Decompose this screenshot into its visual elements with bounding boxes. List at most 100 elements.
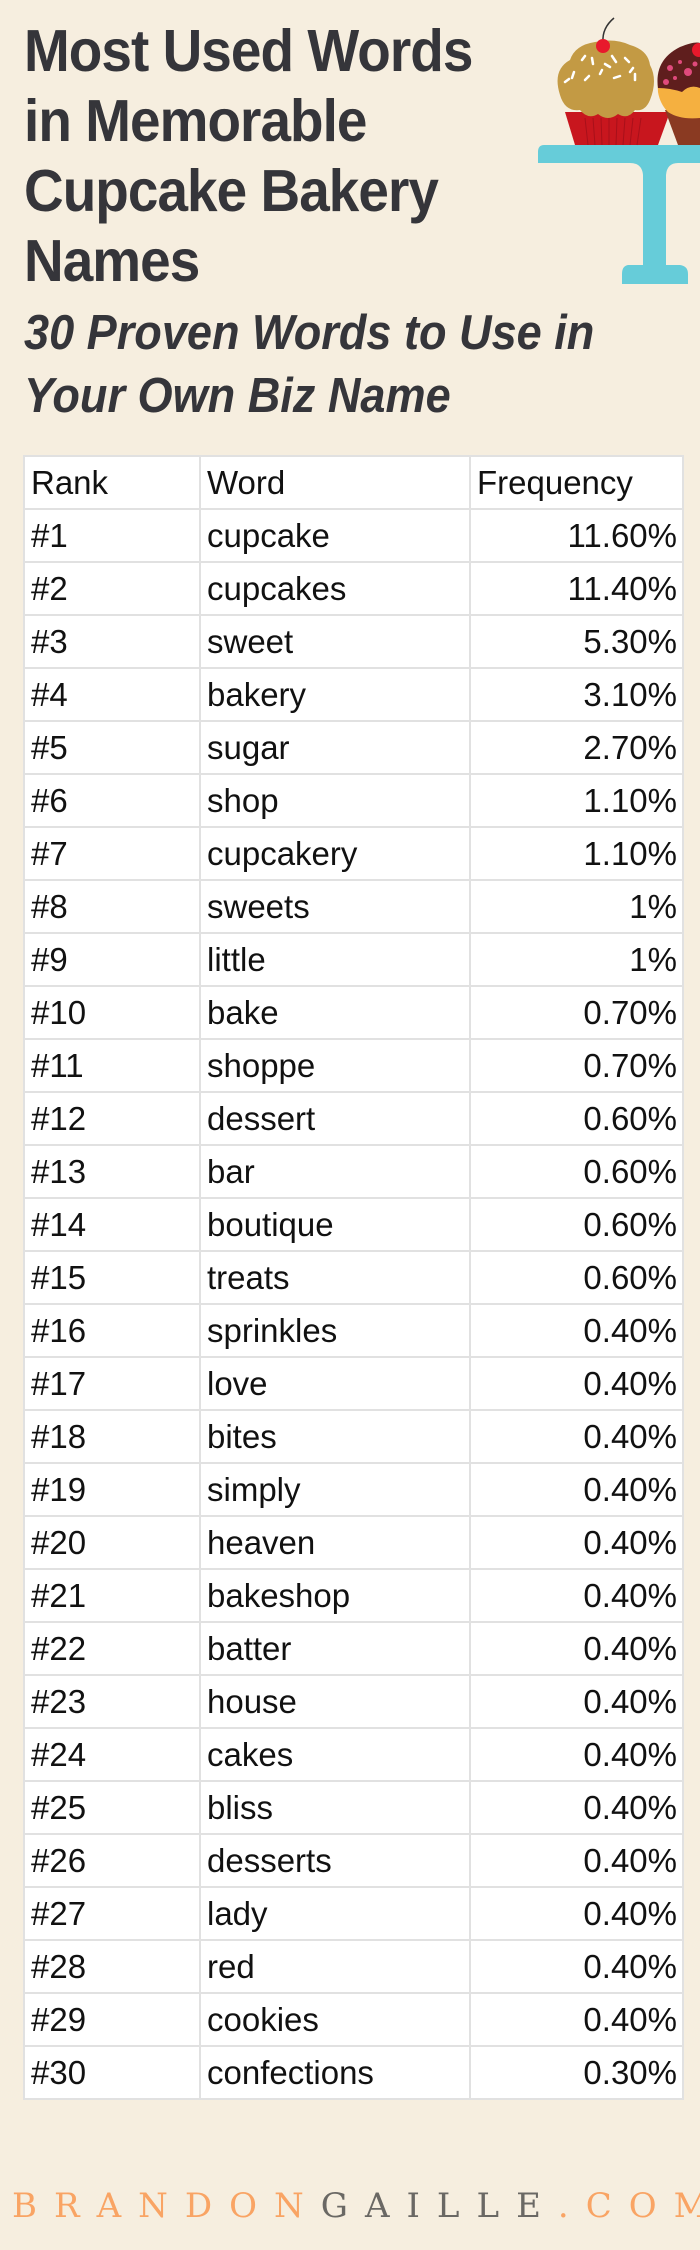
rank-cell: #24 (23, 1727, 201, 1782)
column-header-frequency: Frequency (469, 455, 684, 510)
rank-cell: #11 (23, 1038, 201, 1093)
word-cell: cupcake (199, 508, 471, 563)
frequency-cell: 0.40% (469, 1303, 684, 1358)
table-row: #9 little 1% (23, 932, 684, 987)
table-row: #5 sugar 2.70% (23, 720, 684, 775)
frequency-cell: 1% (469, 932, 684, 987)
table-row: #17 love 0.40% (23, 1356, 684, 1411)
title-line-2: in Memorable (24, 88, 367, 154)
frequency-cell: 0.40% (469, 1356, 684, 1411)
word-cell: batter (199, 1621, 471, 1676)
brand-part-3: COM (585, 2186, 700, 2226)
word-cell: lady (199, 1886, 471, 1941)
rank-cell: #13 (23, 1144, 201, 1199)
rank-cell: #25 (23, 1780, 201, 1835)
cake-stand-icon (538, 145, 700, 284)
table-row: #25 bliss 0.40% (23, 1780, 684, 1835)
table-header-row: Rank Word Frequency (23, 455, 684, 510)
table-row: #30 confections 0.30% (23, 2045, 684, 2100)
table-row: #8 sweets 1% (23, 879, 684, 934)
word-cell: confections (199, 2045, 471, 2100)
rank-cell: #26 (23, 1833, 201, 1888)
brand-part-1: BRANDON (12, 2186, 321, 2226)
title-line-3: Cupcake Bakery (24, 158, 439, 224)
rank-cell: #8 (23, 879, 201, 934)
frequency-cell: 0.40% (469, 1833, 684, 1888)
frequency-cell: 11.60% (469, 508, 684, 563)
cupcake-vanilla-icon (557, 17, 670, 146)
rank-cell: #18 (23, 1409, 201, 1464)
frequency-cell: 5.30% (469, 614, 684, 669)
word-cell: bakeshop (199, 1568, 471, 1623)
table-body: #1 cupcake 11.60% #2 cupcakes 11.40% #3 sweet 5.… (23, 508, 684, 2100)
word-cell: bar (199, 1144, 471, 1199)
rank-cell: #19 (23, 1462, 201, 1517)
rank-cell: #1 (23, 508, 201, 563)
table-row: #11 shoppe 0.70% (23, 1038, 684, 1093)
rank-cell: #5 (23, 720, 201, 775)
frequency-cell: 0.70% (469, 985, 684, 1040)
table-row: #22 batter 0.40% (23, 1621, 684, 1676)
page-subtitle: 30 Proven Words to Use in Your Own Biz N… (24, 302, 668, 428)
table-row: #12 dessert 0.60% (23, 1091, 684, 1146)
frequency-cell: 1% (469, 879, 684, 934)
frequency-cell: 0.40% (469, 1462, 684, 1517)
page-title: Most Used Words in Memorable Cupcake Bak… (24, 16, 526, 296)
table-row: #10 bake 0.70% (23, 985, 684, 1040)
word-cell: sugar (199, 720, 471, 775)
table-row: #18 bites 0.40% (23, 1409, 684, 1464)
frequency-cell: 0.70% (469, 1038, 684, 1093)
rank-cell: #16 (23, 1303, 201, 1358)
column-header-rank: Rank (23, 455, 201, 510)
table-row: #14 boutique 0.60% (23, 1197, 684, 1252)
word-cell: sweet (199, 614, 471, 669)
word-cell: little (199, 932, 471, 987)
rank-cell: #3 (23, 614, 201, 669)
frequency-cell: 0.60% (469, 1091, 684, 1146)
frequency-cell: 3.10% (469, 667, 684, 722)
title-line-1: Most Used Words (24, 18, 473, 84)
word-frequency-table: Rank Word Frequency #1 cupcake 11.60% #2 cup… (23, 455, 684, 2100)
word-cell: cupcakery (199, 826, 471, 881)
table-row: #3 sweet 5.30% (23, 614, 684, 669)
word-cell: cupcakes (199, 561, 471, 616)
table-row: #24 cakes 0.40% (23, 1727, 684, 1782)
frequency-cell: 0.40% (469, 1515, 684, 1570)
frequency-cell: 0.60% (469, 1197, 684, 1252)
brand-part-2: GAILLE (320, 2186, 558, 2226)
table-row: #15 treats 0.60% (23, 1250, 684, 1305)
rank-cell: #23 (23, 1674, 201, 1729)
table-row: #28 red 0.40% (23, 1939, 684, 1994)
rank-cell: #22 (23, 1621, 201, 1676)
word-cell: boutique (199, 1197, 471, 1252)
table-row: #20 heaven 0.40% (23, 1515, 684, 1570)
table-row: #21 bakeshop 0.40% (23, 1568, 684, 1623)
brand-dot: . (557, 2186, 586, 2226)
subtitle-line-1: 30 Proven Words to Use in (24, 306, 595, 360)
word-cell: cakes (199, 1727, 471, 1782)
rank-cell: #15 (23, 1250, 201, 1305)
word-cell: simply (199, 1462, 471, 1517)
rank-cell: #29 (23, 1992, 201, 2047)
table-row: #1 cupcake 11.60% (23, 508, 684, 563)
word-cell: dessert (199, 1091, 471, 1146)
word-cell: sprinkles (199, 1303, 471, 1358)
frequency-cell: 1.10% (469, 773, 684, 828)
rank-cell: #12 (23, 1091, 201, 1146)
table-row: #7 cupcakery 1.10% (23, 826, 684, 881)
table-row: #2 cupcakes 11.40% (23, 561, 684, 616)
rank-cell: #14 (23, 1197, 201, 1252)
cupcake-illustration (538, 17, 700, 284)
rank-cell: #30 (23, 2045, 201, 2100)
frequency-cell: 0.30% (469, 2045, 684, 2100)
frequency-cell: 0.40% (469, 1568, 684, 1623)
rank-cell: #6 (23, 773, 201, 828)
word-cell: bites (199, 1409, 471, 1464)
frequency-cell: 0.40% (469, 1674, 684, 1729)
table-row: #6 shop 1.10% (23, 773, 684, 828)
cupcake-chocolate-icon (657, 42, 700, 145)
rank-cell: #9 (23, 932, 201, 987)
table-row: #29 cookies 0.40% (23, 1992, 684, 2047)
rank-cell: #10 (23, 985, 201, 1040)
word-cell: bliss (199, 1780, 471, 1835)
